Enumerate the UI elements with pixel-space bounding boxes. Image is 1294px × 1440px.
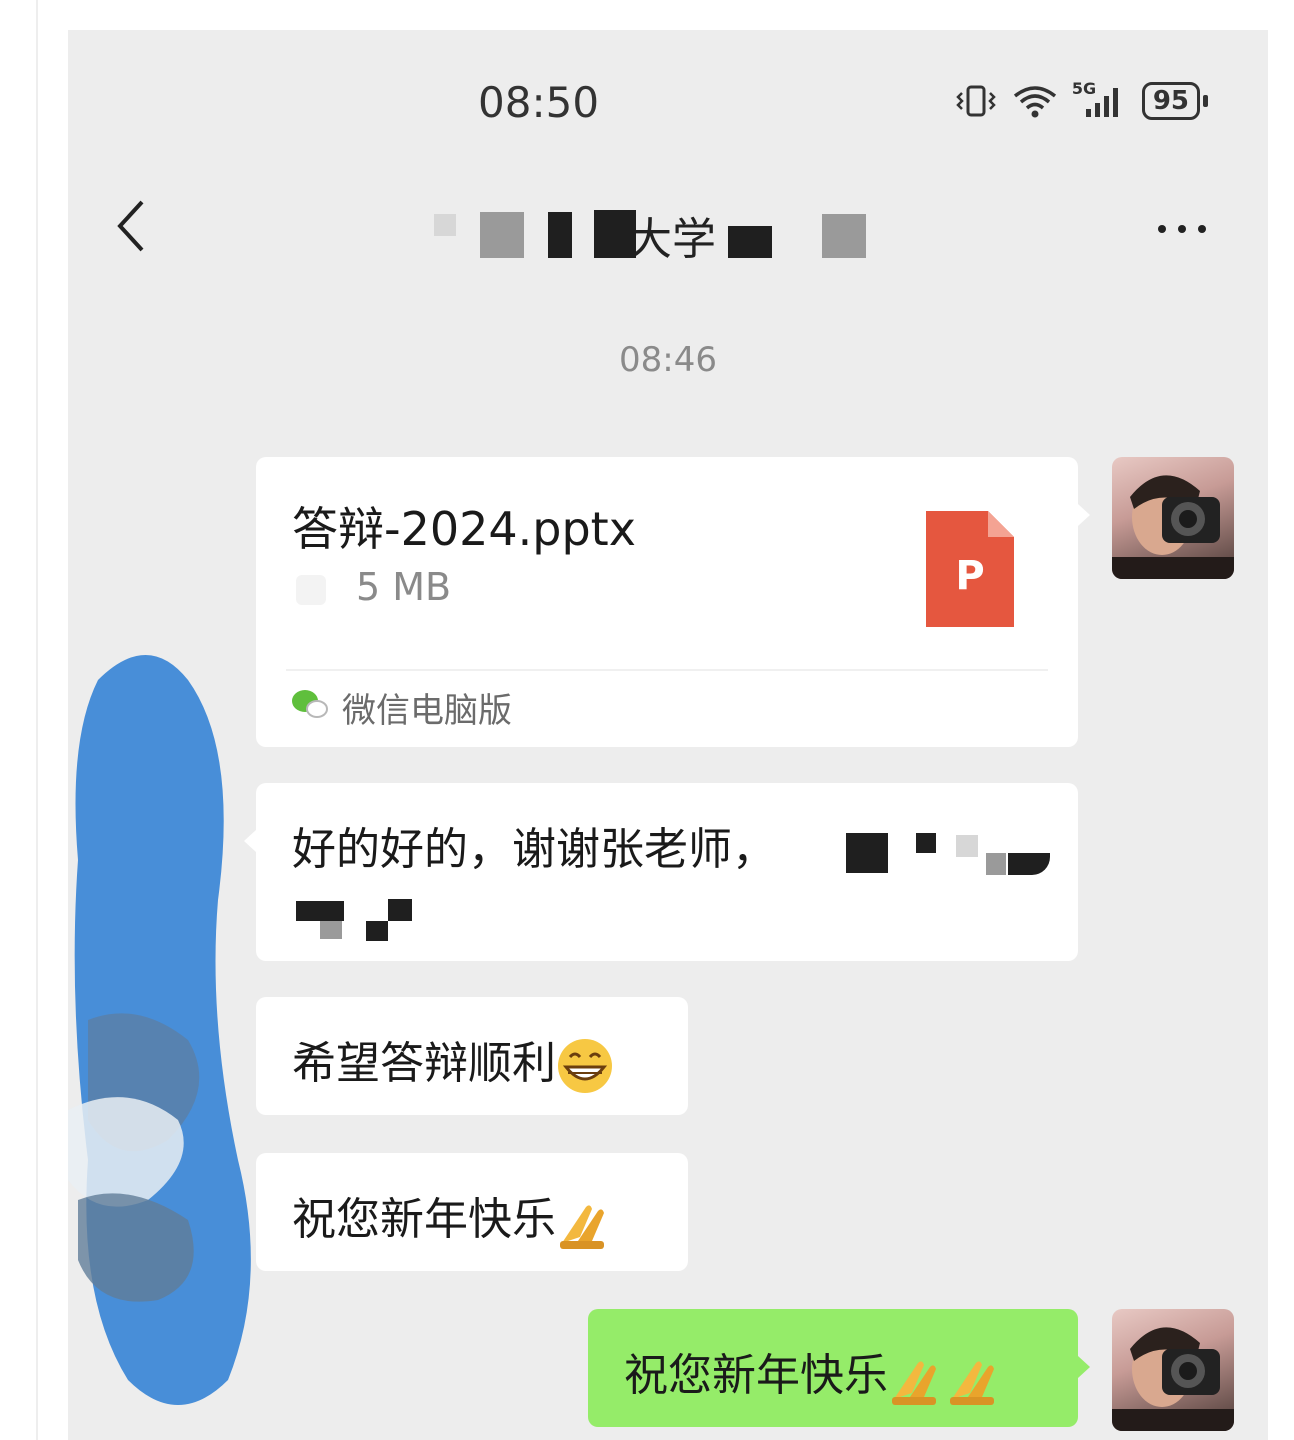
battery-level: 95: [1141, 82, 1200, 120]
avatar[interactable]: [1112, 1309, 1234, 1431]
message-text: 希望答辩顺利: [292, 1038, 556, 1089]
message-content: 希望答辩顺利: [292, 1027, 614, 1095]
pray-emoji-icon: [950, 1361, 994, 1405]
redaction-block: [846, 833, 888, 873]
pray-emoji-icon: [892, 1361, 936, 1405]
redaction-block: [986, 853, 1006, 875]
file-message-card[interactable]: 答辩-2024.pptx 5 MB P 微信电脑版: [256, 457, 1078, 747]
chevron-left-icon: [117, 200, 144, 252]
more-dot: [1198, 225, 1206, 233]
redaction-block: [480, 212, 524, 258]
signal-icon: 5G: [1072, 79, 1128, 119]
file-source: 微信电脑版: [342, 691, 512, 731]
file-size: 5 MB: [356, 565, 452, 609]
redaction-block: [594, 210, 636, 258]
redaction-block: [388, 899, 412, 921]
redaction-block: [1008, 853, 1050, 875]
status-icons: 5G 95: [954, 79, 1208, 120]
message-bubble[interactable]: 希望答辩顺利: [256, 997, 688, 1115]
message-timestamp: 08:46: [619, 340, 717, 380]
redaction-block: [296, 901, 344, 921]
more-button[interactable]: [1152, 214, 1212, 244]
pray-emoji-icon: [560, 1205, 604, 1249]
redaction-block: [434, 214, 456, 236]
message-bubble[interactable]: 好的好的，谢谢张老师，: [256, 783, 1078, 961]
message-content: 祝您新年快乐: [292, 1183, 614, 1251]
more-dot: [1178, 225, 1186, 233]
message-text: 祝您新年快乐: [292, 1194, 556, 1245]
battery-tip: [1203, 95, 1208, 107]
message-bubble[interactable]: 祝您新年快乐: [256, 1153, 688, 1271]
chat-title-text: 大学: [628, 214, 716, 265]
avatar[interactable]: [1112, 457, 1234, 579]
wifi-icon: [1013, 86, 1056, 118]
redaction-block: [916, 833, 936, 853]
file-name: 答辩-2024.pptx: [292, 502, 636, 556]
card-divider: [286, 669, 1048, 671]
bubble-tail: [244, 830, 256, 852]
chat-title[interactable]: 大学: [428, 200, 898, 270]
bubble-tail: [1078, 1356, 1090, 1378]
message-text: 好的好的，谢谢张老师，: [292, 824, 776, 875]
battery-indicator: 95: [1141, 82, 1208, 120]
redaction-block: [548, 212, 572, 258]
redaction-block: [728, 226, 772, 258]
message-bubble-outgoing[interactable]: 祝您新年快乐: [588, 1309, 1078, 1427]
blue-scribble-redaction: [68, 655, 251, 1405]
status-time: 08:50: [478, 78, 600, 127]
vibrate-icon: [956, 85, 996, 117]
ppt-file-letter: P: [955, 553, 985, 599]
chat-screen: 08:50 5G 95 大学 08:46 答辩-2024.pptx 5 MB P…: [68, 30, 1268, 1440]
redaction-block: [956, 835, 978, 857]
bubble-tail: [1078, 504, 1090, 526]
grin-emoji-icon: [558, 1039, 612, 1093]
message-text: 祝您新年快乐: [624, 1350, 888, 1401]
more-dot: [1158, 225, 1166, 233]
redaction-block: [366, 921, 388, 941]
message-content: 祝您新年快乐: [624, 1339, 1004, 1407]
wechat-icon: [292, 690, 328, 718]
redaction-block: [822, 214, 866, 258]
back-button[interactable]: [108, 196, 158, 256]
redaction-block: [320, 921, 342, 939]
page-border: [36, 0, 38, 1440]
redaction-block: [296, 575, 326, 605]
